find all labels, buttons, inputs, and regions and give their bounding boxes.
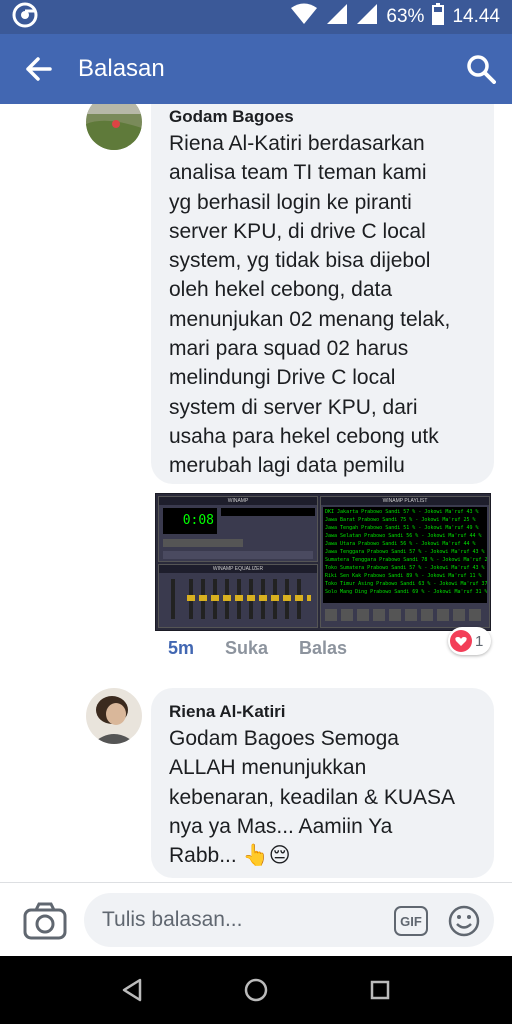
- status-bar: 63% 14.44: [0, 0, 512, 34]
- winamp-playlist: WINAMP PLAYLIST DKI Jakarta Prabowo Sand…: [320, 496, 490, 628]
- triangle-back-icon: [122, 978, 142, 1002]
- search-button[interactable]: [450, 34, 512, 104]
- search-icon: [467, 55, 496, 84]
- avatar[interactable]: [86, 688, 142, 744]
- comment-text-body: Godam Bagoes Semoga ALLAH menunjukkan ke…: [169, 727, 456, 868]
- playlist-item: Riki Sen Kak Prabowo Sandi 89 % - Jokowi…: [325, 573, 482, 579]
- nav-back-button[interactable]: [112, 970, 152, 1010]
- reaction-count: 1: [475, 632, 484, 650]
- reply-placeholder: Tulis balasan...: [102, 908, 243, 931]
- system-nav-bar: [0, 956, 512, 1024]
- winamp-equalizer: WINAMP EQUALIZER: [158, 564, 318, 628]
- avatar[interactable]: [86, 104, 142, 150]
- comment-author[interactable]: Godam Bagoes: [169, 107, 294, 127]
- playlist-item: Jawa Tenggara Prabowo Sandi 57 % - Jokow…: [325, 549, 485, 555]
- signal-icon-2: [356, 3, 378, 31]
- camera-icon: [23, 902, 67, 940]
- playlist-item: Jawa Tengah Prabowo Sandi 51 % - Jokowi …: [325, 525, 479, 531]
- winamp-playlist-title: WINAMP PLAYLIST: [382, 498, 428, 504]
- playlist-item: Jawa Utara Prabowo Sandi 56 % - Jokowi M…: [325, 541, 476, 547]
- arrow-left-icon: [26, 57, 52, 81]
- winamp-title: WINAMP: [227, 498, 249, 504]
- winamp-eq-title: WINAMP EQUALIZER: [212, 566, 264, 572]
- back-button[interactable]: [0, 34, 78, 104]
- playlist-item: Toko Sumatera Prabowo Sandi 57 % - Jokow…: [325, 565, 485, 571]
- playlist-item: Jawa Barat Prabowo Sandi 75 % - Jokowi M…: [325, 517, 476, 523]
- square-recents-icon: [370, 980, 390, 1000]
- page-title: Balasan: [78, 55, 165, 82]
- reply-composer: Tulis balasan... GIF: [0, 882, 512, 956]
- winamp-player: WINAMP 0:08: [158, 496, 318, 562]
- smile-icon: [448, 905, 480, 937]
- comment-author[interactable]: Riena Al-Katiri: [169, 702, 286, 722]
- emoji-button[interactable]: [448, 905, 480, 937]
- winamp-time-display: 0:08: [182, 513, 214, 528]
- signal-icon: [326, 3, 348, 31]
- reply-input[interactable]: Tulis balasan... GIF: [84, 893, 494, 947]
- wifi-icon: [290, 3, 318, 31]
- attachment-image[interactable]: WINAMP 0:08 WINAMP EQUALIZER WINAMP PLAY…: [155, 493, 491, 631]
- replies-list[interactable]: Godam Bagoes Riena Al-Katiri berdasarkan…: [0, 104, 512, 882]
- playlist-item: Solo Mang Ding Prabowo Sandi 69 % - Joko…: [325, 589, 487, 595]
- heart-icon: [450, 630, 472, 652]
- reply-button[interactable]: Balas: [299, 638, 347, 659]
- gif-button[interactable]: GIF: [394, 906, 428, 936]
- nav-recents-button[interactable]: [360, 970, 400, 1010]
- battery-icon: [432, 3, 445, 31]
- chrome-icon: [12, 2, 38, 33]
- clock: 14.44: [452, 6, 500, 27]
- comment-emojis: 👆😔: [242, 844, 291, 868]
- playlist-item: Toko Timur Asing Prabowo Sandi 63 % - Jo…: [325, 581, 487, 587]
- playlist-item: Sumatera Tenggara Prabowo Sandi 78 % - J…: [325, 557, 487, 563]
- app-bar: Balasan: [0, 34, 512, 104]
- playlist-item: Jawa Selatan Prabowo Sandi 56 % - Jokowi…: [325, 533, 482, 539]
- reaction-badge[interactable]: 1: [448, 627, 492, 655]
- camera-button[interactable]: [22, 901, 68, 941]
- comment-text: Godam Bagoes Semoga ALLAH menunjukkan ke…: [169, 724, 489, 870]
- battery-percent: 63%: [386, 6, 425, 27]
- like-button[interactable]: Suka: [225, 638, 268, 659]
- circle-home-icon: [244, 978, 268, 1002]
- comment-time: 5m: [168, 638, 195, 658]
- playlist-item: DKI Jakarta Prabowo Sandi 57 % - Jokowi …: [325, 509, 479, 515]
- nav-home-button[interactable]: [236, 970, 276, 1010]
- comment-text: Riena Al-Katiri berdasarkan analisa team…: [169, 132, 451, 478]
